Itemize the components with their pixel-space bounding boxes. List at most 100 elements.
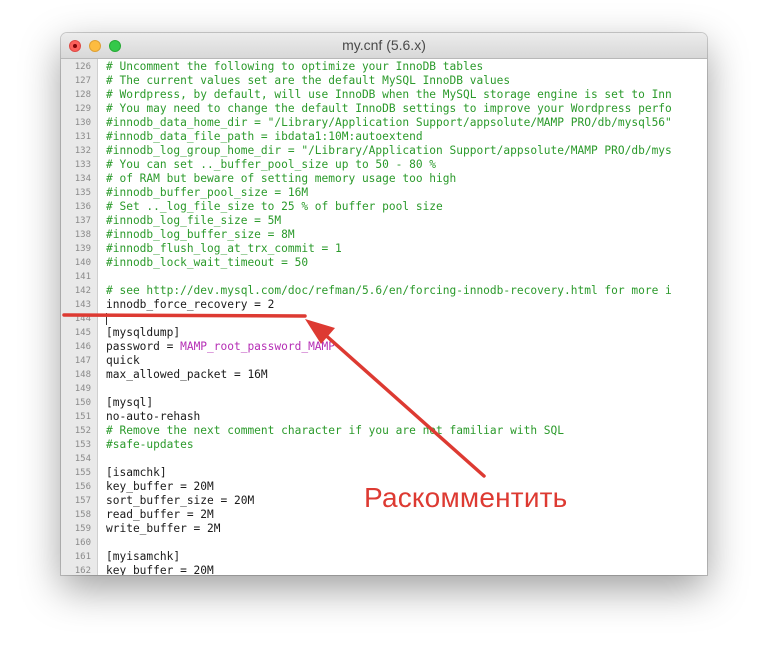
code-comment: #innodb_data_file_path = ibdata1:10M:aut… — [106, 130, 423, 143]
line-number: 141 — [74, 272, 91, 282]
screenshot-stage: my.cnf (5.6.x) 126 # Uncomment the follow… — [0, 0, 768, 665]
line-number: 130 — [74, 118, 91, 128]
code-token: key_buffer = 20M — [106, 564, 214, 575]
code-text: [mysql] — [106, 396, 153, 410]
code-line[interactable]: 153 #safe-updates — [61, 438, 707, 452]
code-text: # Uncomment the following to optimize yo… — [106, 60, 483, 74]
code-comment: #innodb_log_group_home_dir = "/Library/A… — [106, 144, 672, 157]
code-text: [mysqldump] — [106, 326, 180, 340]
code-line[interactable]: 147 quick — [61, 354, 707, 368]
code-comment: # Uncomment the following to optimize yo… — [106, 60, 484, 73]
line-number: 152 — [74, 426, 91, 436]
line-number: 128 — [74, 90, 91, 100]
line-number: 155 — [74, 468, 91, 478]
code-text: #innodb_log_file_size = 5M — [106, 214, 281, 228]
line-number: 135 — [74, 188, 91, 198]
line-number: 127 — [74, 76, 91, 86]
line-number: 131 — [74, 132, 91, 142]
annotation-label: Раскомментить — [364, 482, 568, 513]
code-line[interactable]: 131 #innodb_data_file_path = ibdata1:10M:… — [61, 130, 707, 144]
code-line[interactable]: 141 — [61, 270, 707, 284]
code-line[interactable]: 145 [mysqldump] — [61, 326, 707, 340]
code-line[interactable]: 144 — [61, 312, 707, 326]
text-cursor — [106, 313, 107, 325]
code-line[interactable]: 150 [mysql] — [61, 396, 707, 410]
code-line[interactable]: 128 # Wordpress, by default, will use Inn… — [61, 88, 707, 102]
line-number: 134 — [74, 174, 91, 184]
line-number: 148 — [74, 370, 91, 380]
code-line[interactable]: 149 — [61, 382, 707, 396]
code-comment: # of RAM but beware of setting memory us… — [106, 172, 457, 185]
code-line[interactable]: 143 innodb_force_recovery = 2 — [61, 298, 707, 312]
line-number: 129 — [74, 104, 91, 114]
code-line[interactable]: 134 # of RAM but beware of setting memory… — [61, 172, 707, 186]
code-line[interactable]: 133 # You can set .._buffer_pool_size up … — [61, 158, 707, 172]
code-text: # The current values set are the default… — [106, 74, 510, 88]
code-text: max_allowed_packet = 16M — [106, 368, 268, 382]
code-line[interactable]: 129 # You may need to change the default … — [61, 102, 707, 116]
code-text: #safe-updates — [106, 438, 194, 452]
code-line[interactable]: 139 #innodb_flush_log_at_trx_commit = 1 — [61, 242, 707, 256]
code-token: key_buffer = 20M — [106, 480, 214, 493]
code-line[interactable]: 160 — [61, 536, 707, 550]
code-comment: #innodb_flush_log_at_trx_commit = 1 — [106, 242, 342, 255]
code-token: innodb_force_recovery = 2 — [106, 298, 275, 311]
code-text: quick — [106, 354, 140, 368]
code-text: # You can set .._buffer_pool_size up to … — [106, 158, 436, 172]
code-line[interactable]: 152 # Remove the next comment character i… — [61, 424, 707, 438]
line-number: 150 — [74, 398, 91, 408]
line-number: 154 — [74, 454, 91, 464]
code-line[interactable]: 161 [myisamchk] — [61, 550, 707, 564]
line-number: 160 — [74, 538, 91, 548]
code-line[interactable]: 126 # Uncomment the following to optimize… — [61, 60, 707, 74]
code-comment: # Set .._log_file_size to 25 % of buffer… — [106, 200, 443, 213]
code-line[interactable]: 130 #innodb_data_home_dir = "/Library/App… — [61, 116, 707, 130]
code-comment: # see http://dev.mysql.com/doc/refman/5.… — [106, 284, 672, 297]
line-number: 137 — [74, 216, 91, 226]
code-text: # You may need to change the default Inn… — [106, 102, 672, 116]
code-text: # of RAM but beware of setting memory us… — [106, 172, 456, 186]
code-comment: # You can set .._buffer_pool_size up to … — [106, 158, 437, 171]
code-line[interactable]: 154 — [61, 452, 707, 466]
code-comment: # Remove the next comment character if y… — [106, 424, 565, 437]
code-line[interactable]: 137 #innodb_log_file_size = 5M — [61, 214, 707, 228]
code-line[interactable]: 140 #innodb_lock_wait_timeout = 50 — [61, 256, 707, 270]
line-number: 144 — [74, 314, 91, 324]
code-line[interactable]: 148 max_allowed_packet = 16M — [61, 368, 707, 382]
code-line[interactable]: 132 #innodb_log_group_home_dir = "/Librar… — [61, 144, 707, 158]
title-bar[interactable]: my.cnf (5.6.x) — [61, 33, 707, 59]
code-line[interactable]: 138 #innodb_log_buffer_size = 8M — [61, 228, 707, 242]
line-number: 162 — [74, 566, 91, 575]
line-number: 147 — [74, 356, 91, 366]
code-line[interactable]: 135 #innodb_buffer_pool_size = 16M — [61, 186, 707, 200]
code-token: quick — [106, 354, 140, 367]
code-line[interactable]: 155 [isamchk] — [61, 466, 707, 480]
code-text: #innodb_log_buffer_size = 8M — [106, 228, 295, 242]
line-number: 151 — [74, 412, 91, 422]
code-token: max_allowed_packet = 16M — [106, 368, 268, 381]
line-number: 145 — [74, 328, 91, 338]
line-number: 143 — [74, 300, 91, 310]
code-line[interactable]: 142 # see http://dev.mysql.com/doc/refman… — [61, 284, 707, 298]
code-text: #innodb_log_group_home_dir = "/Library/A… — [106, 144, 672, 158]
code-text: # Remove the next comment character if y… — [106, 424, 564, 438]
code-line[interactable]: 146 password = MAMP_root_password_MAMP — [61, 340, 707, 354]
line-number: 146 — [74, 342, 91, 352]
code-line[interactable]: 151 no-auto-rehash — [61, 410, 707, 424]
code-line[interactable]: 136 # Set .._log_file_size to 25 % of buf… — [61, 200, 707, 214]
code-comment: # You may need to change the default Inn… — [106, 102, 672, 115]
line-number: 140 — [74, 258, 91, 268]
code-text: password = MAMP_root_password_MAMP — [106, 340, 335, 354]
code-text: no-auto-rehash — [106, 410, 200, 424]
code-line[interactable]: 127 # The current values set are the defa… — [61, 74, 707, 88]
code-line[interactable]: 162 key_buffer = 20M — [61, 564, 707, 575]
code-comment: #innodb_log_buffer_size = 8M — [106, 228, 295, 241]
code-text: #innodb_data_file_path = ibdata1:10M:aut… — [106, 130, 423, 144]
code-text: # Set .._log_file_size to 25 % of buffer… — [106, 200, 443, 214]
code-comment: #innodb_data_home_dir = "/Library/Applic… — [106, 116, 672, 129]
code-line[interactable]: 159 write_buffer = 2M — [61, 522, 707, 536]
line-number: 133 — [74, 160, 91, 170]
code-comment: #innodb_buffer_pool_size = 16M — [106, 186, 309, 199]
code-comment: # Wordpress, by default, will use InnoDB… — [106, 88, 672, 101]
code-value: MAMP_root_password_MAMP — [180, 340, 336, 353]
